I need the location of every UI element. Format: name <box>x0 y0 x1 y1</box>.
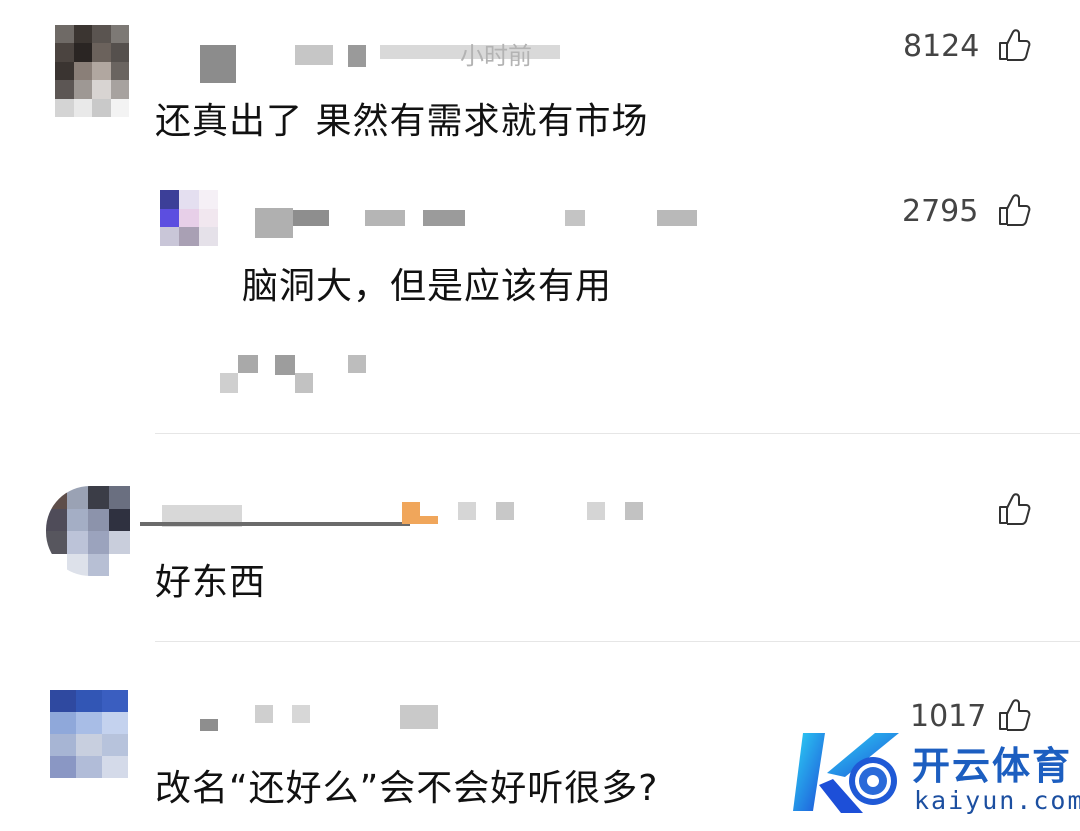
thumbs-up-icon[interactable] <box>997 698 1031 732</box>
like-count: 2795 <box>902 194 979 229</box>
divider <box>155 641 1080 642</box>
reply-text: 脑洞大，但是应该有用 <box>242 266 613 307</box>
watermark-url: kaiyun.com <box>914 786 1080 815</box>
timestamp: 小时前 <box>460 42 532 70</box>
comment-text: 好东西 <box>155 562 267 603</box>
avatar[interactable] <box>46 486 130 576</box>
divider <box>155 433 1080 434</box>
avatar[interactable] <box>55 25 129 117</box>
avatar[interactable] <box>160 190 218 246</box>
comment-text: 还真出了 果然有需求就有市场 <box>155 101 649 142</box>
thumbs-up-icon[interactable] <box>997 193 1031 227</box>
kaiyun-logo-icon <box>793 733 899 813</box>
like-count: 1017 <box>910 699 987 734</box>
thumbs-up-icon[interactable] <box>997 492 1031 526</box>
thumbs-up-icon[interactable] <box>997 28 1031 62</box>
avatar[interactable] <box>50 690 128 778</box>
watermark-title: 开云体育 <box>912 744 1073 788</box>
like-count: 8124 <box>903 29 980 64</box>
comment-text: 改名“还好么”会不会好听很多? <box>155 768 659 809</box>
